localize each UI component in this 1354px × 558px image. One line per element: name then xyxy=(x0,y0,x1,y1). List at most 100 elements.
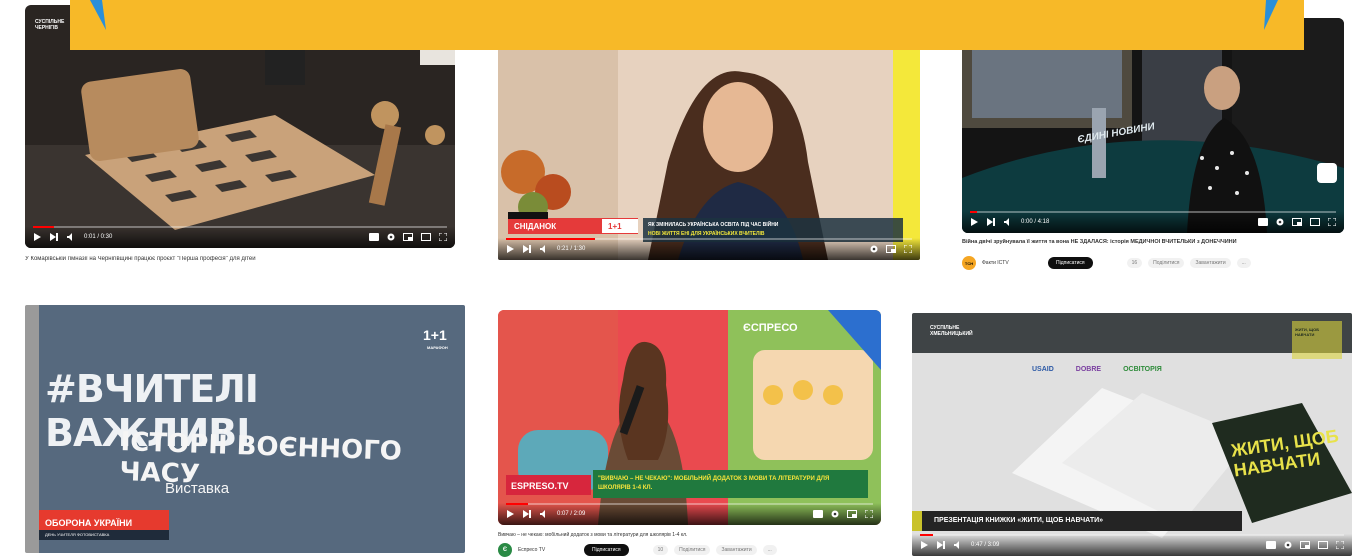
next-icon[interactable] xyxy=(523,510,531,518)
channel-avatar[interactable]: ТСН xyxy=(962,256,976,270)
brand-sub: МАРАФОН xyxy=(427,345,448,350)
miniplayer-icon[interactable] xyxy=(1300,541,1310,549)
volume-icon[interactable] xyxy=(1004,218,1012,226)
subline: НОВІ ЖИТТЯ ЕНІ ДЛЯ УКРАЇНСЬКИХ ВЧИТЕЛІВ xyxy=(648,231,765,237)
brand-right: ЖИТИ, ЩОБ НАВЧАТИ xyxy=(1295,327,1320,337)
progress-fill xyxy=(970,211,978,213)
channel-badge: 1+1 xyxy=(608,222,622,231)
channel-row-5: Є Еспресо TV Підписатися 10 Поділитися З… xyxy=(498,542,881,558)
subscribe-button[interactable]: Підписатися xyxy=(584,544,629,556)
video-card-6[interactable]: СУСПІЛЬНЕ ХМЕЛЬНИЦЬКИЙ ЖИТИ, ЩОБ НАВЧАТИ… xyxy=(912,313,1352,556)
fullscreen-icon[interactable] xyxy=(904,245,912,253)
play-icon[interactable] xyxy=(506,510,514,518)
more-button[interactable]: ... xyxy=(762,545,777,555)
headline: ЯК ЗМІНИЛАСЬ УКРАЇНСЬКА ОСВІТА ПІД ЧАС В… xyxy=(648,222,779,228)
headline: "ВИВЧАЮ – НЕ ЧЕКАЮ": МОБІЛЬНИЙ ДОДАТОК З… xyxy=(598,476,830,491)
flag-left-icon xyxy=(90,0,106,30)
controls-right xyxy=(813,507,873,521)
volume-icon[interactable] xyxy=(540,245,548,253)
channel-name[interactable]: Еспресо TV xyxy=(518,547,578,553)
channel-avatar[interactable]: Є xyxy=(498,543,512,557)
play-icon[interactable] xyxy=(33,233,41,241)
subtitles-icon[interactable] xyxy=(1266,541,1276,549)
theater-icon[interactable] xyxy=(1318,541,1328,549)
next-icon[interactable] xyxy=(987,218,995,226)
settings-icon[interactable] xyxy=(1276,218,1284,226)
time-display: 0:21 / 1:30 xyxy=(557,246,586,252)
settings-icon[interactable] xyxy=(1284,541,1292,549)
next-icon[interactable] xyxy=(523,245,531,253)
page: СУСПІЛЬНЕ ЧЕРНІГІВ 0:01 / 0:30 У Комарів… xyxy=(0,0,1354,558)
volume-icon[interactable] xyxy=(540,510,548,518)
channel-name[interactable]: Факти ICTV xyxy=(982,260,1042,266)
next-icon[interactable] xyxy=(50,233,58,241)
video-card-3[interactable]: ЄДИНІ НОВИНИ 0:00 / 4:18 xyxy=(962,18,1344,233)
like-button[interactable]: 16 xyxy=(1126,258,1143,268)
fullscreen-icon[interactable] xyxy=(439,233,447,241)
controls-left: 0:00 / 4:18 xyxy=(970,215,1049,229)
video-card-4[interactable]: 1+1 МАРАФОН #ВЧИТЕЛІ ВАЖЛИВІ ІСТОРІЇ ВОЄ… xyxy=(25,305,465,553)
top-banner xyxy=(70,0,1304,50)
miniplayer-icon[interactable] xyxy=(886,245,896,253)
sponsor-logos: USAID DOBRE ОСВІТОРІЯ xyxy=(1032,366,1162,373)
share-button[interactable]: Поділитися xyxy=(674,545,711,555)
channel-logo: СУСПІЛЬНЕ ХМЕЛЬНИЦЬКИЙ xyxy=(930,325,973,337)
settings-icon[interactable] xyxy=(870,245,878,253)
controls-left: 0:07 / 2:09 xyxy=(506,507,585,521)
download-button[interactable]: Завантажити xyxy=(716,545,757,555)
controls-left: 0:21 / 1:30 xyxy=(506,242,585,256)
progress-bar[interactable] xyxy=(920,534,1344,536)
lower-third-title: ОБОРОНА УКРАЇНИ xyxy=(45,518,133,528)
download-button[interactable]: Завантажити xyxy=(1190,258,1231,268)
progress-fill xyxy=(506,503,529,505)
lower-third-title: ПРЕЗЕНТАЦІЯ КНИЖКИ «ЖИТИ, ЩОБ НАВЧАТИ» xyxy=(934,517,1104,524)
volume-icon[interactable] xyxy=(954,541,962,549)
controls-left: 0:47 / 3:09 xyxy=(920,538,999,552)
play-icon[interactable] xyxy=(920,541,928,549)
sponsor-osvitoria: ОСВІТОРІЯ xyxy=(1123,366,1162,373)
settings-icon[interactable] xyxy=(831,510,839,518)
volume-icon[interactable] xyxy=(67,233,75,241)
share-button[interactable]: Поділитися xyxy=(1148,258,1185,268)
video-caption-5: Вивчаю – не чекаю: мобільний додаток з м… xyxy=(498,532,688,538)
progress-bar[interactable] xyxy=(33,226,447,228)
video-caption-3: Війна двічі зруйнувала її життя та вона … xyxy=(962,239,1237,245)
theater-icon[interactable] xyxy=(1310,218,1320,226)
miniplayer-icon[interactable] xyxy=(847,510,857,518)
play-icon[interactable] xyxy=(506,245,514,253)
more-button[interactable]: ... xyxy=(1236,258,1251,268)
subtitles-icon[interactable] xyxy=(1258,218,1268,226)
flag-right-icon xyxy=(1264,0,1278,30)
channel-row-3: ТСН Факти ICTV Підписатися 16 Поділитися… xyxy=(962,255,1344,271)
fullscreen-icon[interactable] xyxy=(865,510,873,518)
fullscreen-icon[interactable] xyxy=(1336,541,1344,549)
channel-logo: СУСПІЛЬНЕ ЧЕРНІГІВ xyxy=(35,19,65,31)
play-icon[interactable] xyxy=(970,218,978,226)
video-card-2[interactable]: СНІДАНОК 1+1 ЯК ЗМІНИЛАСЬ УКРАЇНСЬКА ОСВ… xyxy=(498,42,920,260)
time-display: 0:47 / 3:09 xyxy=(971,542,1000,548)
controls-right xyxy=(1258,215,1336,229)
settings-icon[interactable] xyxy=(387,233,395,241)
next-icon[interactable] xyxy=(937,541,945,549)
controls-right xyxy=(870,242,912,256)
video-actions: 16 Поділитися Завантажити ... xyxy=(1126,258,1251,268)
miniplayer-icon[interactable] xyxy=(1292,218,1302,226)
progress-bar[interactable] xyxy=(506,503,873,505)
progress-bar[interactable] xyxy=(970,211,1336,213)
fullscreen-icon[interactable] xyxy=(1328,218,1336,226)
espreso-badge: ESPRESO.TV xyxy=(511,481,569,491)
progress-fill xyxy=(33,226,54,228)
time-display: 0:01 / 0:30 xyxy=(84,234,113,240)
progress-bar[interactable] xyxy=(506,238,912,240)
exhibition-subtitle: Виставка xyxy=(165,480,230,497)
time-display: 0:07 / 2:09 xyxy=(557,511,586,517)
miniplayer-icon[interactable] xyxy=(403,233,413,241)
like-button[interactable]: 10 xyxy=(652,545,669,555)
subscribe-button[interactable]: Підписатися xyxy=(1048,257,1093,269)
sponsor-dobre: DOBRE xyxy=(1075,366,1102,373)
lower-third-sub: ДЕНЬ УЧИТЕЛЯ ФОТОВИСТАВКА xyxy=(45,532,110,537)
theater-icon[interactable] xyxy=(421,233,431,241)
subtitles-icon[interactable] xyxy=(813,510,823,518)
video-card-5[interactable]: ЄСПРЕСО ESPRESO.TV "ВИВЧАЮ – НЕ ЧЕКАЮ": … xyxy=(498,310,881,525)
subtitles-icon[interactable] xyxy=(369,233,379,241)
